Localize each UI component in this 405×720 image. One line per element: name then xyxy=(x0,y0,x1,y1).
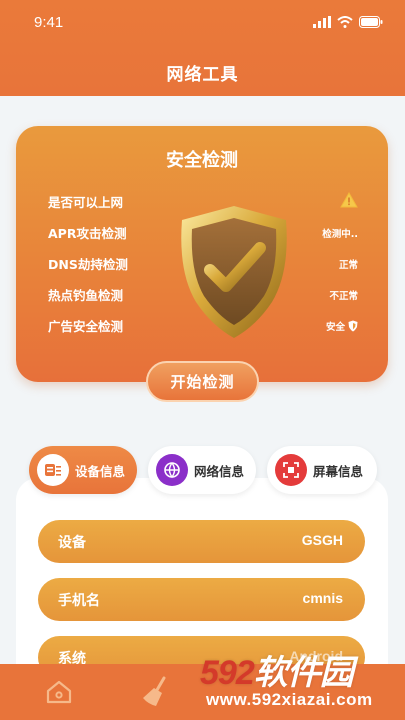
tab-screen-info[interactable]: 屏幕信息 xyxy=(267,446,377,494)
network-info-icon xyxy=(156,454,188,486)
warning-icon xyxy=(340,192,358,208)
check-label-ads: 广告安全检测 xyxy=(48,319,124,334)
tab-screen-info-label: 屏幕信息 xyxy=(313,463,364,479)
check-label-internet: 是否可以上网 xyxy=(48,195,124,210)
status-time: 9:41 xyxy=(34,14,64,31)
home-icon[interactable] xyxy=(46,680,72,704)
tab-device-info[interactable]: 设备信息 xyxy=(29,446,137,494)
security-check-card: 安全检测 是否可以上网 APR攻击检测 DNS劫持检测 热点钓鱼检测 广告安全检… xyxy=(16,126,388,382)
start-check-button[interactable]: 开始检测 xyxy=(146,361,259,402)
check-label-apr: APR攻击检测 xyxy=(48,226,127,241)
battery-icon xyxy=(359,16,383,28)
bottom-nav xyxy=(0,664,405,720)
info-value: cmnis xyxy=(302,590,343,606)
clean-broom-icon[interactable] xyxy=(140,676,170,708)
check-status-dns: 正常 xyxy=(338,260,358,271)
shield-icon xyxy=(348,320,358,332)
info-key: 设备 xyxy=(58,535,86,551)
info-value: Android xyxy=(289,648,343,664)
check-status-internet xyxy=(340,192,358,208)
tab-device-info-label: 设备信息 xyxy=(75,463,126,479)
page-title: 网络工具 xyxy=(166,65,239,85)
info-key: 手机名 xyxy=(58,593,100,609)
tab-network-info[interactable]: 网络信息 xyxy=(148,446,256,494)
tab-network-info-label: 网络信息 xyxy=(194,463,245,479)
info-value: GSGH xyxy=(301,532,343,548)
info-row-device: 设备 GSGH xyxy=(38,520,365,563)
status-bar: 9:41 xyxy=(0,14,405,34)
check-status-ads: 安全 xyxy=(326,319,358,333)
security-check-title: 安全检测 xyxy=(166,150,238,171)
security-shield-icon xyxy=(181,206,287,338)
check-status-hotspot: 不正常 xyxy=(329,291,358,302)
check-label-hotspot: 热点钓鱼检测 xyxy=(48,288,124,303)
wifi-icon xyxy=(337,16,353,28)
app-header: 9:41 网络工具 xyxy=(0,0,405,96)
screen-info-icon xyxy=(275,454,307,486)
check-status-ads-text: 安全 xyxy=(325,322,345,333)
check-status-apr: 检测中.. xyxy=(322,229,358,240)
status-icons xyxy=(313,16,383,28)
device-info-icon xyxy=(37,454,69,486)
signal-icon xyxy=(313,16,331,28)
check-label-dns: DNS劫持检测 xyxy=(48,257,128,272)
info-row-phone-name: 手机名 cmnis xyxy=(38,578,365,621)
